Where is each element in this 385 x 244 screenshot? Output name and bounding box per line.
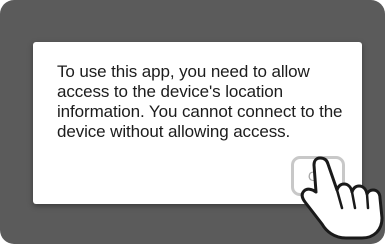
screen: To use this app, you need to allow acces… [0, 0, 385, 244]
pointing-hand-icon [300, 156, 384, 240]
dialog-message: To use this app, you need to allow acces… [57, 62, 343, 141]
